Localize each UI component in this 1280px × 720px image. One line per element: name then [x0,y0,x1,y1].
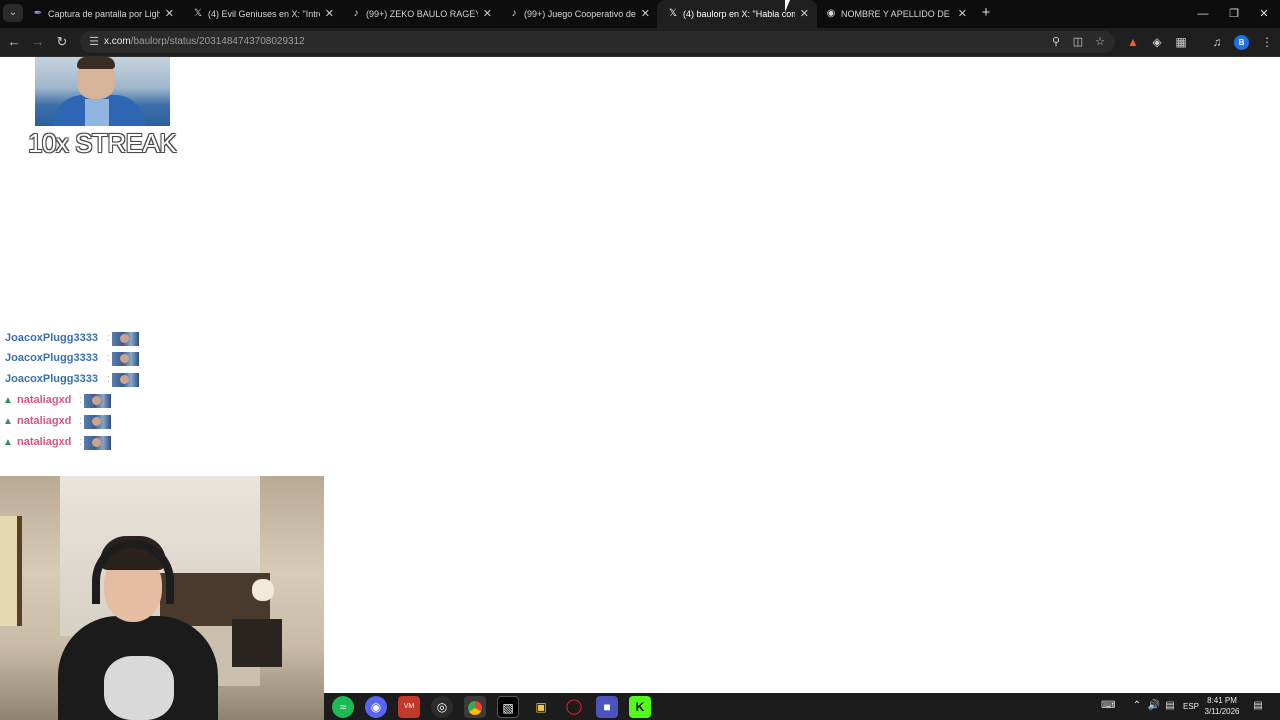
tiktok-icon: ♪ [353,8,359,19]
show-hidden-icons-chevron-icon[interactable]: ⌃ [1130,699,1144,713]
taskbar: ≈ ◉ VM ◎ ▧ ▣ ◯ ■ K ⌨ ⌃ 🔊 ▤ ESP 8:41 PM 3… [324,693,1280,720]
voicemeeter-icon[interactable]: VM [398,696,420,718]
tab-evil-geniuses[interactable]: 𝕏 (4) Evil Geniuses en X: "Introdu ✕ [182,0,342,28]
google-icon: ◉ [826,8,836,19]
tab-lightshot[interactable]: ✒ Captura de pantalla por Lightsh ✕ [22,0,182,28]
close-tab-icon[interactable]: ✕ [641,0,650,28]
chat-emote [112,373,139,387]
obs-icon[interactable]: ◎ [431,696,453,718]
chat-badge-icon: ▲ [3,416,13,427]
close-window-icon[interactable]: ✕ [1249,0,1279,28]
install-app-icon[interactable]: ◫ [1070,34,1086,50]
chat-emote [84,394,111,408]
webcam-feed [0,476,324,720]
tiktok-icon: ♪ [511,8,517,19]
site-info-icon[interactable]: ☰ [86,34,102,50]
extensions-puzzle-icon[interactable]: ▦ [1172,33,1190,51]
close-tab-icon[interactable]: ✕ [165,0,174,28]
tab-tiktok-juego[interactable]: ♪ (99+) Juego Cooperativo de Ali ✕ [498,0,658,28]
close-tab-icon[interactable]: ✕ [325,0,334,28]
bookmark-star-icon[interactable]: ☆ [1092,34,1108,50]
kick-icon[interactable]: K [629,696,651,718]
close-tab-icon[interactable]: ✕ [800,0,809,28]
minimize-icon[interactable]: — [1188,0,1218,28]
clock[interactable]: 8:41 PM 3/11/2026 [1202,695,1242,717]
menu-kebab-icon[interactable]: ⋮ [1258,33,1276,51]
tab-tiktok-zeko[interactable]: ♪ (99+) ZEKO BAULO RAGEYLO # ✕ [340,0,500,28]
chat-badge-icon: ▲ [3,437,13,448]
extension-shield-icon[interactable]: ◈ [1148,33,1166,51]
feather-icon: ✒ [33,8,43,19]
chat-emote [112,332,139,346]
x-logo-icon: 𝕏 [193,8,203,19]
address-bar[interactable]: ☰ x.com/baulorp/status/20314847437080293… [80,31,1115,53]
profile-avatar[interactable]: B [1234,35,1249,50]
tab-strip: ⌄ ✒ Captura de pantalla por Lightsh ✕ 𝕏 … [0,0,1280,28]
back-icon[interactable]: ← [5,33,23,51]
media-controls-icon[interactable]: ♫ [1208,33,1226,51]
new-tab-button[interactable]: + [978,4,994,22]
chat-badge-icon: ▲ [3,395,13,406]
discord-icon[interactable]: ◉ [365,696,387,718]
forward-icon[interactable]: → [29,33,47,51]
extension-fox-icon[interactable]: ▲ [1124,33,1142,51]
network-icon[interactable]: ▤ [1163,699,1177,713]
streak-label: 10x STREAK [28,128,177,158]
close-tab-icon[interactable]: ✕ [483,0,492,28]
browser-toolbar: ← → ↻ ☰ x.com/baulorp/status/20314847437… [0,28,1280,57]
chat-emote [112,352,139,366]
tab-search-button[interactable]: ⌄ [3,4,23,22]
zoom-icon[interactable]: ⚲ [1048,34,1064,50]
opera-gx-icon[interactable]: ◯ [563,696,585,718]
file-explorer-icon[interactable]: ▣ [530,696,552,718]
url-text: x.com/baulorp/status/2031484743708029312 [104,36,305,47]
spotify-icon[interactable]: ≈ [332,696,354,718]
chrome-icon[interactable] [464,696,486,718]
reload-icon[interactable]: ↻ [53,33,71,51]
capcut-icon[interactable]: ▧ [497,696,519,718]
volume-icon[interactable]: 🔊 [1147,699,1161,713]
streak-image [35,57,170,126]
keyboard-icon[interactable]: ⌨ [1101,699,1115,713]
close-tab-icon[interactable]: ✕ [958,0,967,28]
tab-nombre-apellido[interactable]: ◉ NOMBRE Y APELLIDO DE DEIG ✕ [815,0,975,28]
x-logo-icon: 𝕏 [668,8,678,19]
notifications-icon[interactable]: ▤ [1251,699,1265,713]
chat-emote [84,436,111,450]
chat-emote [84,415,111,429]
restore-icon[interactable]: ❐ [1219,0,1249,28]
teams-icon[interactable]: ■ [596,696,618,718]
input-language[interactable]: ESP [1183,693,1199,720]
mouse-cursor [785,0,795,12]
